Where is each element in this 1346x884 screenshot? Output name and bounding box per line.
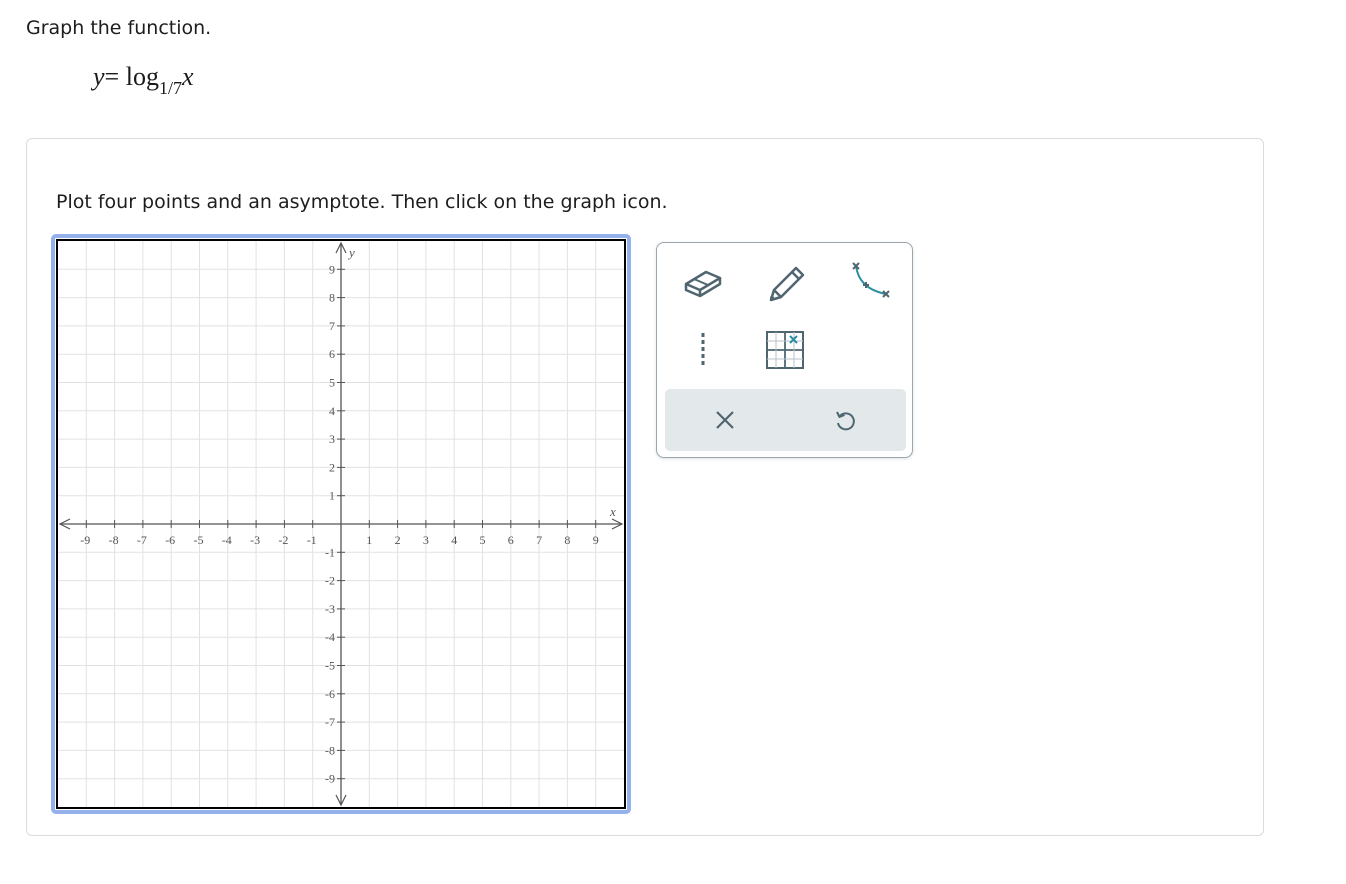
y-tick-label: 4 (329, 404, 335, 418)
x-tick-label: -3 (250, 533, 260, 547)
equation-arg: x (181, 62, 194, 91)
x-tick-label: 4 (451, 533, 457, 547)
x-tick-label: 3 (423, 533, 429, 547)
x-tick-label: 5 (480, 533, 486, 547)
y-tick-label: -2 (325, 574, 335, 588)
curve-icon (852, 262, 890, 298)
exponential-curve-tool[interactable] (837, 255, 897, 305)
undo-icon (836, 411, 855, 431)
dashed-line-icon (701, 333, 705, 367)
x-tick-label: 9 (593, 533, 599, 547)
pencil-tool[interactable] (755, 257, 815, 307)
x-tick-label: -2 (278, 533, 288, 547)
x-tick-label: -6 (165, 533, 175, 547)
action-bar (665, 389, 906, 451)
instructions-text: Plot four points and an asymptote. Then … (56, 191, 668, 213)
x-tick-label: -9 (80, 533, 90, 547)
x-tick-label: -7 (137, 533, 147, 547)
x-tick-label: -5 (194, 533, 204, 547)
x-tick-label: -8 (109, 533, 119, 547)
y-tick-label: -5 (325, 659, 335, 673)
eraser-tool[interactable] (673, 257, 733, 307)
y-tick-label: 6 (329, 347, 335, 361)
coordinate-plane[interactable]: -9 -9 -8 -8 -7 -7 -6 -6 -5 -5 -4 -4 -3 -3 -2 -2 -1 -1 1 1 2 2… (55, 238, 627, 810)
graph-area[interactable]: -9 -9 -8 -8 -7 -7 -6 -6 -5 -5 -4 -4 -3 -3 -2 -2 -1 -1 1 1 2 2… (51, 234, 631, 814)
x-tick-label: -4 (222, 533, 232, 547)
eraser-icon (684, 270, 722, 298)
x-tick-label: 8 (564, 533, 570, 547)
y-tick-label: 3 (329, 432, 335, 446)
graph-icon (766, 331, 804, 369)
y-tick-label: 5 (329, 376, 335, 390)
equation-func: log (125, 62, 159, 91)
y-tick-label: -6 (325, 687, 335, 701)
close-icon (716, 411, 734, 429)
y-tick-label: 7 (329, 319, 335, 333)
equation-equals: = (104, 62, 120, 91)
graph-submit-tool[interactable] (755, 325, 815, 375)
y-tick-label: 8 (329, 291, 335, 305)
prompt-text: Graph the function. (26, 17, 212, 39)
y-tick-label: -1 (325, 545, 335, 559)
x-tick-label: -1 (307, 533, 317, 547)
undo-button[interactable] (815, 395, 875, 445)
function-equation: y= log1/7x (93, 62, 194, 98)
y-axis-label: y (347, 245, 355, 260)
graph-toolbar (656, 242, 913, 458)
y-tick-label: 1 (329, 489, 335, 503)
y-tick-label: -7 (325, 715, 335, 729)
x-tick-label: 7 (536, 533, 542, 547)
y-tick-label: -3 (325, 602, 335, 616)
y-tick-label: -8 (325, 743, 335, 757)
equation-base: 1/7 (158, 78, 182, 98)
equation-lhs: y (93, 62, 105, 91)
y-tick-label: -9 (325, 772, 335, 786)
asymptote-tool[interactable] (673, 325, 733, 375)
x-axis-label: x (609, 504, 616, 519)
x-tick-label: 1 (366, 533, 372, 547)
pencil-icon (769, 266, 805, 302)
y-tick-label: 9 (329, 262, 335, 276)
x-tick-label: 6 (508, 533, 514, 547)
y-tick-label: 2 (329, 460, 335, 474)
x-tick-label: 2 (395, 533, 401, 547)
y-tick-label: -4 (325, 630, 335, 644)
clear-button[interactable] (695, 395, 755, 445)
